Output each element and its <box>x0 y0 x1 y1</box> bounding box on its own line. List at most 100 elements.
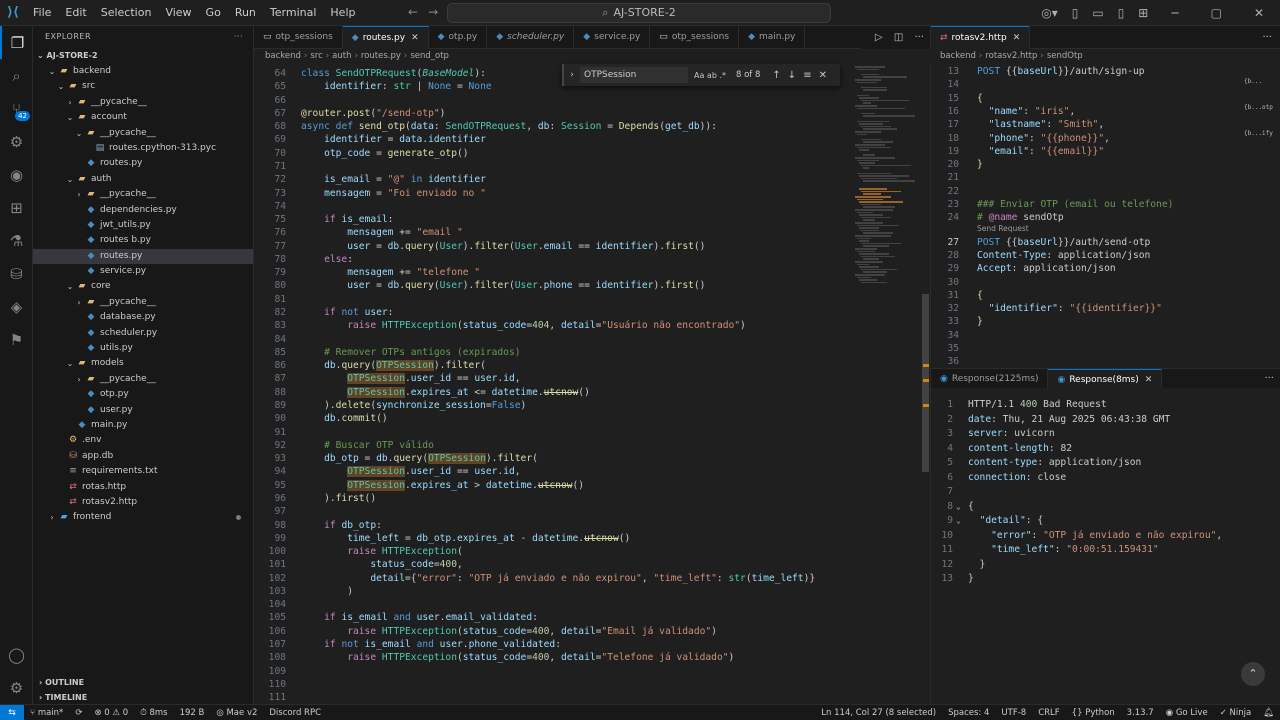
tree-folder[interactable]: ⌄ ▰ __pycache__ <box>33 126 253 141</box>
close-tab-icon[interactable]: ✕ <box>1145 370 1153 390</box>
response-more-icon[interactable]: ··· <box>1264 369 1274 389</box>
minimize-icon[interactable]: ─ <box>1155 6 1194 20</box>
tree-file[interactable]: ⇄ rotasv2.http <box>33 495 253 510</box>
menu-edit[interactable]: Edit <box>58 0 93 26</box>
tree-folder[interactable]: › ▰ __pycache__ <box>33 372 253 387</box>
tree-file[interactable]: ◆ routes.py <box>33 156 253 171</box>
copilot-icon[interactable]: ◎▾ <box>1034 6 1065 20</box>
close-window-icon[interactable]: ✕ <box>1238 6 1280 20</box>
tab-rotasv2-http[interactable]: ⇄ rotasv2.http ✕ <box>931 26 1031 50</box>
extensions-icon[interactable]: ⊞ <box>0 191 33 224</box>
tree-folder[interactable]: › ▰ __pycache__ <box>33 295 253 310</box>
outline-section[interactable]: › OUTLINE <box>33 675 254 690</box>
tree-file[interactable]: ◆ user.py <box>33 403 253 418</box>
tree-folder[interactable]: › ▰ __pycache__ <box>33 187 253 202</box>
tab-otp-sessions[interactable]: ▭ otp_sessions <box>254 26 343 49</box>
tab-otp-py[interactable]: ◆ otp.py <box>429 26 488 49</box>
nav-arrows[interactable]: ←→ <box>408 5 448 19</box>
indentation-status[interactable]: Spaces: 4 <box>942 708 995 718</box>
tree-folder[interactable]: ⌄ ▰ core <box>33 279 253 294</box>
scroll-to-top-button[interactable]: ⌃ <box>1241 662 1265 686</box>
code-editor-routes[interactable]: 64 class SendOTPRequest(BaseModel): 65 ide… <box>254 64 930 704</box>
layout-sidebar-icon[interactable]: ▯ <box>1065 6 1086 20</box>
testing-icon[interactable]: ⚗ <box>0 224 33 257</box>
manage-gear-icon[interactable]: ⚙ <box>0 671 33 704</box>
account-icon[interactable]: ◯ <box>0 638 33 671</box>
sync-icon[interactable]: ⟳ <box>69 708 88 718</box>
tree-file[interactable]: ◆ routes b.py <box>33 233 253 248</box>
tree-file[interactable]: ▤ routes.cpython-313.pyc <box>33 141 253 156</box>
layout-panel-icon[interactable]: ▭ <box>1085 6 1110 20</box>
response-viewer[interactable]: 1 HTTP/1.1 400 Bad Request 2 date: Thu, 21 … <box>930 388 1280 704</box>
tree-folder[interactable]: ⌄ ▰ src <box>33 79 253 94</box>
toggle-replace-icon[interactable]: › <box>564 70 580 80</box>
remote-explorer-icon[interactable]: ◉ <box>0 158 33 191</box>
source-control-icon[interactable]: ⑂ 42 <box>0 92 33 125</box>
tree-file[interactable]: ⚙ .env <box>33 433 253 448</box>
more-actions-icon[interactable]: ··· <box>234 26 243 48</box>
find-input[interactable]: OTPSession <box>580 67 688 83</box>
editor-more-icon[interactable]: ··· <box>1254 26 1280 49</box>
bookmark-icon[interactable]: ⚑ <box>0 323 33 356</box>
tree-folder[interactable]: ⌄ ▰ auth <box>33 172 253 187</box>
tab-main-py[interactable]: ◆ main.py <box>739 26 806 49</box>
menu-help[interactable]: Help <box>323 0 362 26</box>
minimap-http[interactable]: {b... {b...otp {b...ify <box>1242 64 1280 144</box>
tree-file[interactable]: ◆ dependencies.py <box>33 203 253 218</box>
maximize-icon[interactable]: ▢ <box>1195 6 1238 20</box>
language-status[interactable]: {} Python <box>1066 708 1121 718</box>
explorer-icon[interactable]: ❐ <box>0 26 33 59</box>
tree-file[interactable]: ≡ requirements.txt <box>33 464 253 479</box>
breadcrumb-item[interactable]: sendOtp <box>1047 51 1083 61</box>
run-debug-icon[interactable]: ⚙ <box>0 125 33 158</box>
timeline-section[interactable]: › TIMELINE <box>33 690 254 705</box>
breadcrumb-item[interactable]: backend <box>940 51 976 61</box>
close-tab-icon[interactable]: ✕ <box>1013 27 1021 50</box>
notifications-icon[interactable]: 🔔︎ <box>1257 708 1280 718</box>
docker-icon[interactable]: ◈ <box>0 290 33 323</box>
breadcrumb-item[interactable]: backend <box>265 51 301 61</box>
scrollbar-thumb[interactable] <box>922 294 929 472</box>
tree-file[interactable]: ⛁ app.db <box>33 449 253 464</box>
tab-response[interactable]: ◉ Response(8ms) ✕ <box>1048 369 1163 390</box>
user-status[interactable]: ◎ Mae v2 <box>210 708 263 718</box>
tree-folder[interactable]: › ▰ __pycache__ <box>33 95 253 110</box>
breadcrumb-item[interactable]: src <box>310 51 322 61</box>
customize-layout-icon[interactable]: ⊞ <box>1131 6 1155 20</box>
tree-file[interactable]: ◆ main.py <box>33 418 253 433</box>
eol-status[interactable]: CRLF <box>1032 708 1065 718</box>
close-tab-icon[interactable]: ✕ <box>411 27 419 50</box>
tree-file[interactable]: ◆ service.py <box>33 264 253 279</box>
code-editor-http[interactable]: 13 POST {{baseUrl}}/auth/sign-up 14 15 {16 "… <box>930 64 1280 364</box>
go-live-button[interactable]: ◉ Go Live <box>1160 708 1214 718</box>
next-match-icon[interactable]: ↓ <box>788 70 796 81</box>
database-icon[interactable]: ⛁ <box>0 257 33 290</box>
tree-file[interactable]: ◆ scheduler.py <box>33 326 253 341</box>
tree-folder[interactable]: ⌄ ▰ backend <box>33 64 253 79</box>
menu-selection[interactable]: Selection <box>94 0 159 26</box>
find-in-selection-icon[interactable]: ≡ <box>803 70 811 81</box>
menu-file[interactable]: File <box>26 0 58 26</box>
minimap[interactable] <box>855 64 920 314</box>
breadcrumb-item[interactable]: send_otp <box>410 51 449 61</box>
previous-match-icon[interactable]: ↑ <box>772 70 780 81</box>
tree-folder[interactable]: ⌄ ▰ account <box>33 110 253 125</box>
find-options[interactable]: Aa ab .* <box>694 71 726 80</box>
menu-view[interactable]: View <box>158 0 198 26</box>
ninja-status[interactable]: ✓ Ninja <box>1214 708 1258 718</box>
menu-run[interactable]: Run <box>228 0 263 26</box>
tab-response[interactable]: ◉ Response(2125ms) <box>931 369 1049 389</box>
problems-status[interactable]: ⊗ 0 ⚠ 0 <box>88 708 134 718</box>
tree-folder[interactable]: › ▰ frontend <box>33 510 253 525</box>
cursor-position[interactable]: Ln 114, Col 27 (8 selected) <box>815 708 942 718</box>
send-request-codelens[interactable]: Send Request <box>977 224 1029 233</box>
tree-file[interactable]: ◆ jwt_utils.py <box>33 218 253 233</box>
tab-routes-py[interactable]: ◆ routes.py ✕ <box>342 26 429 50</box>
workspace-root[interactable]: ⌄ AJ-STORE-2 <box>33 48 253 64</box>
menu-terminal[interactable]: Terminal <box>263 0 324 26</box>
split-editor-icon[interactable]: ◫ <box>894 32 903 43</box>
tree-file[interactable]: ◆ routes.py <box>33 248 253 265</box>
breadcrumb-item[interactable]: routes.py <box>361 51 401 61</box>
editor-more-icon[interactable]: ··· <box>914 32 924 43</box>
breadcrumb-item[interactable]: rotasv2.http <box>985 51 1037 61</box>
